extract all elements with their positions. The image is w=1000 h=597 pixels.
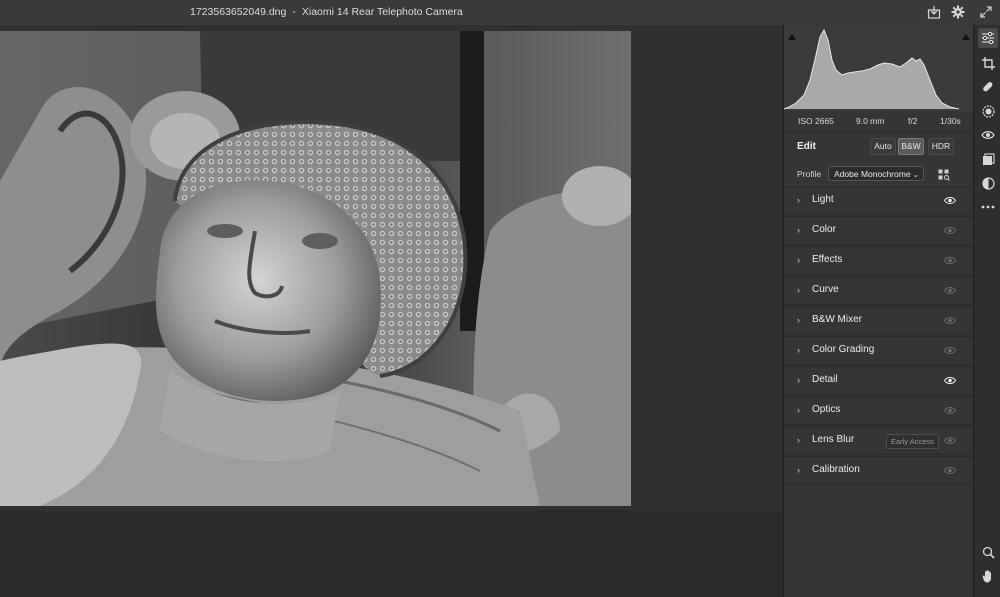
section-curve[interactable]: › Curve	[784, 276, 973, 305]
filename: 1723563652049.dng	[190, 6, 287, 18]
section-label: Lens Blur	[812, 434, 855, 445]
save-export-icon[interactable]	[926, 4, 942, 20]
eye-icon[interactable]	[944, 466, 956, 475]
aperture-value: f/2	[908, 116, 918, 126]
section-label: Color	[812, 224, 836, 235]
eye-icon[interactable]	[944, 316, 956, 325]
edit-label: Edit	[797, 141, 816, 152]
profile-browser-icon[interactable]	[938, 168, 950, 181]
edit-header: Edit Auto B&W HDR	[784, 131, 973, 162]
expand-icon[interactable]	[978, 4, 994, 20]
healing-brush-icon[interactable]	[980, 79, 996, 95]
shutter-value: 1/30s	[940, 116, 961, 126]
title-separator: -	[292, 6, 296, 18]
filmstrip-area	[0, 511, 782, 597]
section-detail[interactable]: › Detail	[784, 366, 973, 395]
hand-icon[interactable]	[980, 568, 996, 584]
focal-length-value: 9.0 mm	[856, 116, 885, 126]
chevron-right-icon: ›	[797, 405, 800, 415]
section-label: B&W Mixer	[812, 314, 862, 325]
eye-icon[interactable]	[944, 406, 956, 415]
iso-value: ISO 2665	[798, 116, 834, 126]
photo-preview[interactable]	[0, 31, 631, 506]
profile-label: Profile	[797, 169, 822, 179]
eye-icon[interactable]	[944, 376, 956, 385]
crop-icon[interactable]	[980, 55, 996, 71]
eye-icon[interactable]	[944, 196, 956, 205]
gear-icon[interactable]	[950, 4, 966, 20]
profile-row: Profile Adobe Monochrome ⌄	[784, 163, 973, 187]
hdr-button[interactable]: HDR	[928, 138, 954, 155]
eye-icon[interactable]	[944, 256, 956, 265]
more-icon[interactable]	[980, 199, 996, 215]
tool-strip	[973, 25, 1000, 597]
zoom-icon[interactable]	[980, 544, 996, 560]
chevron-right-icon: ›	[797, 375, 800, 385]
shadow-clipping-icon[interactable]	[788, 27, 796, 45]
camera-model: Xiaomi 14 Rear Telephoto Camera	[301, 6, 463, 18]
title-bar: 1723563652049.dng - Xiaomi 14 Rear Telepho…	[0, 0, 1000, 25]
edit-sliders-icon[interactable]	[978, 28, 998, 48]
chevron-right-icon: ›	[797, 345, 800, 355]
chevron-right-icon: ›	[797, 435, 800, 445]
chevron-right-icon: ›	[797, 195, 800, 205]
exif-info: ISO 2665 9.0 mm f/2 1/30s	[784, 113, 973, 131]
section-lens-blur[interactable]: › Lens Blur Early Access	[784, 426, 973, 455]
profile-dropdown[interactable]: Adobe Monochrome ⌄	[828, 166, 924, 181]
chevron-right-icon: ›	[797, 225, 800, 235]
chevron-down-icon: ⌄	[912, 170, 919, 179]
section-label: Optics	[812, 404, 841, 415]
section-bw-mixer[interactable]: › B&W Mixer	[784, 306, 973, 335]
section-label: Effects	[812, 254, 843, 265]
profile-value: Adobe Monochrome	[834, 169, 911, 179]
edit-panel: ISO 2665 9.0 mm f/2 1/30s Edit Auto B&W …	[783, 25, 973, 597]
histogram	[783, 25, 973, 111]
section-label: Calibration	[812, 464, 860, 475]
bw-button[interactable]: B&W	[898, 138, 924, 155]
chevron-right-icon: ›	[797, 465, 800, 475]
section-label: Light	[812, 194, 834, 205]
section-color[interactable]: › Color	[784, 216, 973, 245]
highlight-clipping-icon[interactable]	[962, 27, 970, 45]
snapshots-icon[interactable]	[980, 175, 996, 191]
early-access-badge: Early Access	[886, 434, 939, 449]
section-label: Curve	[812, 284, 839, 295]
section-label: Color Grading	[812, 344, 875, 355]
chevron-right-icon: ›	[797, 315, 800, 325]
section-calibration[interactable]: › Calibration	[784, 456, 973, 485]
masking-icon[interactable]	[980, 103, 996, 119]
eye-icon[interactable]	[944, 346, 956, 355]
chevron-right-icon: ›	[797, 255, 800, 265]
section-light[interactable]: › Light	[784, 186, 973, 215]
presets-icon[interactable]	[980, 151, 996, 167]
red-eye-icon[interactable]	[980, 127, 996, 143]
chevron-right-icon: ›	[797, 285, 800, 295]
section-color-grading[interactable]: › Color Grading	[784, 336, 973, 365]
edit-sections: › Light › Color › Effects › Curve › B&W …	[784, 186, 973, 486]
section-effects[interactable]: › Effects	[784, 246, 973, 275]
document-title: 1723563652049.dng - Xiaomi 14 Rear Telepho…	[190, 6, 463, 18]
auto-button[interactable]: Auto	[870, 138, 896, 155]
section-label: Detail	[812, 374, 838, 385]
eye-icon[interactable]	[944, 436, 956, 445]
eye-icon[interactable]	[944, 286, 956, 295]
eye-icon[interactable]	[944, 226, 956, 235]
section-optics[interactable]: › Optics	[784, 396, 973, 425]
